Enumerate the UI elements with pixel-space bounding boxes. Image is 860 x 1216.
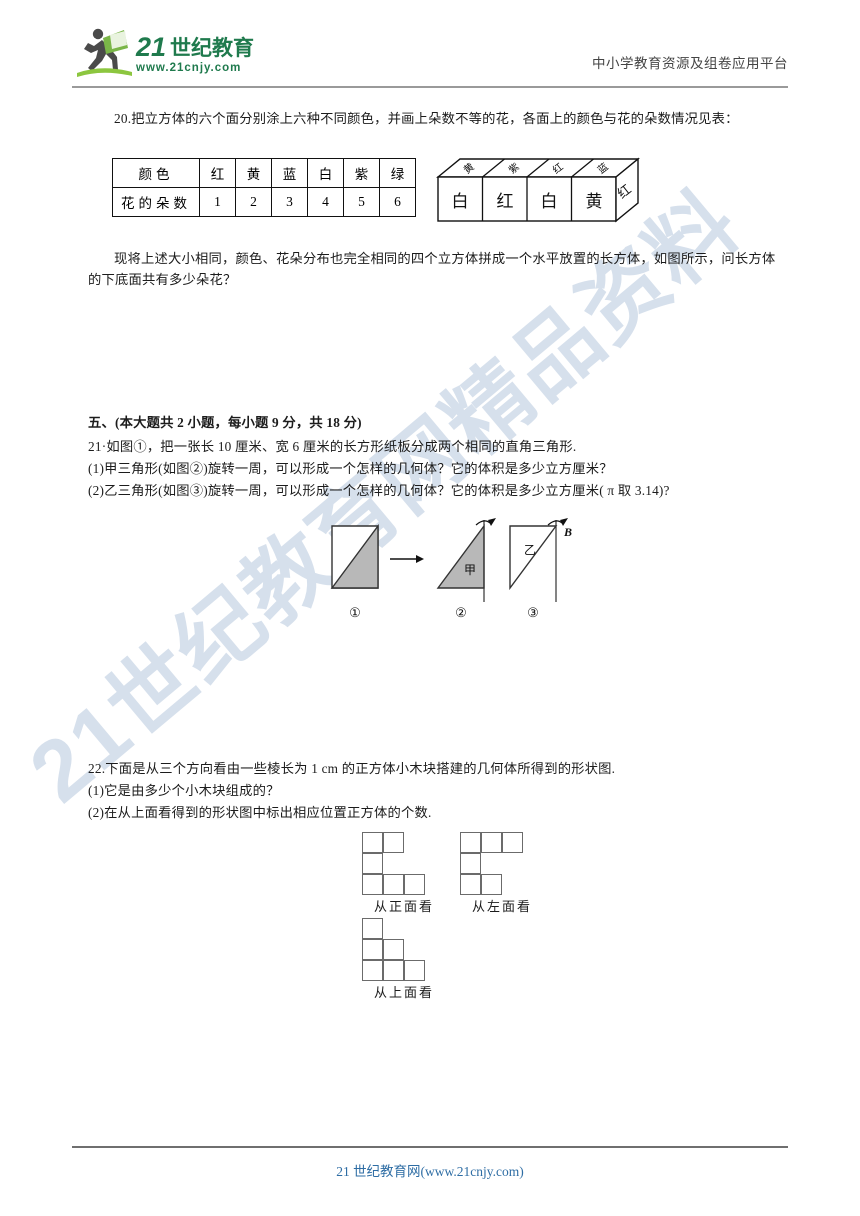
- label-point-b: B: [563, 525, 572, 539]
- grid-cell: [383, 874, 404, 895]
- color-flower-table: 颜色 红 黄 蓝 白 紫 绿 花的朵数 1 2 3 4 5 6: [112, 158, 416, 217]
- arrow-icon: [390, 555, 424, 563]
- grid-cell: [383, 960, 404, 981]
- view-left: 从左面看: [460, 830, 544, 916]
- grid-cell: [362, 874, 383, 895]
- cuboid-front-label-2: 红: [497, 192, 514, 211]
- view-left-caption: 从左面看: [471, 899, 532, 914]
- color-cell-4: 白: [307, 158, 344, 188]
- footer-divider: [72, 1146, 788, 1148]
- grid-cell: [362, 939, 383, 960]
- grid-cell: [460, 832, 481, 853]
- figure-2-triangle-jia: 甲: [436, 518, 496, 602]
- cuboid-graphic: 白 红 白 黄 红 黄 紫 红 蓝: [436, 157, 640, 223]
- grid-cell: [460, 874, 481, 895]
- site-logo: 21 世纪教育 www.21cnjy.com: [72, 24, 272, 80]
- question-22-part-1: (1)它是由多少个小木块组成的？: [88, 783, 280, 798]
- color-cell-3: 蓝: [271, 158, 308, 188]
- question-21-figures: 甲 乙 B ① ② ③: [320, 516, 586, 624]
- color-cell-1: 红: [199, 158, 236, 188]
- color-cell-6: 绿: [379, 158, 416, 188]
- question-21-stem: 21·如图①，把一张长 10 厘米、宽 6 厘米的长方形纸板分成两个相同的直角三…: [88, 439, 577, 454]
- label-yi: 乙: [524, 543, 536, 557]
- question-21-part-2: (2)乙三角形(如图③)旋转一周，可以形成一个怎样的几何体？它的体积是多少立方厘…: [88, 483, 670, 498]
- grid-cell: [362, 832, 383, 853]
- grid-cell: [404, 874, 425, 895]
- row-label-color: 颜色: [112, 158, 200, 188]
- color-cell-2: 黄: [235, 158, 272, 188]
- document-page: 21世纪教育网精品资料 21 世纪教育 www.21cnjy.com 中小学教育…: [0, 0, 860, 1216]
- grid-cell: [481, 832, 502, 853]
- grid-cell: [383, 832, 404, 853]
- count-cell-2: 2: [235, 187, 272, 217]
- grid-cell: [362, 918, 383, 939]
- view-top: 从上面看: [362, 916, 446, 1002]
- section-5-heading: 五、(本大题共 2 小题，每小题 9 分，共 18 分): [88, 415, 362, 430]
- figure-1-rectangle: [330, 523, 379, 589]
- header-divider: [72, 86, 788, 88]
- figure-3-triangle-yi: 乙 B: [509, 518, 572, 602]
- page-header: 21 世纪教育 www.21cnjy.com 中小学教育资源及组卷应用平台: [72, 22, 788, 86]
- count-cell-6: 6: [379, 187, 416, 217]
- row-label-count: 花的朵数: [112, 187, 200, 217]
- color-cell-5: 紫: [343, 158, 380, 188]
- count-cell-3: 3: [271, 187, 308, 217]
- question-22-stem: 22.下面是从三个方向看由一些棱长为 1 cm 的正方体小木块搭建的几何体所得到…: [88, 761, 616, 776]
- question-20-body: 现将上述大小相同，颜色、花朵分布也完全相同的四个立方体拼成一个水平放置的长方体，…: [88, 251, 776, 287]
- grid-cell: [502, 832, 523, 853]
- question-22-part-2: (2)在从上面看得到的形状图中标出相应位置正方体的个数.: [88, 805, 432, 820]
- figure-label-1: ①: [349, 605, 361, 620]
- cuboid-front-label-3: 白: [541, 192, 558, 211]
- count-cell-5: 5: [343, 187, 380, 217]
- grid-cell: [460, 853, 481, 874]
- question-20-stem: 20.把立方体的六个面分别涂上六种不同颜色，并画上朵数不等的花，各面上的颜色与花…: [114, 111, 739, 126]
- logo-graphic: 21 世纪教育 www.21cnjy.com: [77, 28, 254, 77]
- question-21-figure-graphic: 甲 乙 B ① ② ③: [330, 518, 572, 620]
- question-21-part-1: (1)甲三角形(如图②)旋转一周，可以形成一个怎样的几何体？它的体积是多少立方厘…: [88, 461, 613, 476]
- cuboid-front-label-1: 白: [452, 192, 469, 211]
- label-jia: 甲: [464, 563, 476, 577]
- figure-label-3: ③: [527, 605, 539, 620]
- view-top-caption: 从上面看: [373, 985, 434, 1000]
- svg-text:www.21cnjy.com: www.21cnjy.com: [135, 62, 241, 74]
- grid-cell: [481, 874, 502, 895]
- cuboid-front-label-4: 黄: [586, 192, 603, 211]
- cuboid-figure: 白 红 白 黄 红 黄 紫 红 蓝: [430, 155, 655, 227]
- runner-icon: [84, 28, 128, 71]
- count-cell-4: 4: [307, 187, 344, 217]
- footer-text: 21 世纪教育网(www.21cnjy.com): [336, 1164, 524, 1179]
- header-tagline: 中小学教育资源及组卷应用平台: [592, 56, 788, 71]
- grid-cell: [362, 960, 383, 981]
- table-row-counts: 花的朵数 1 2 3 4 5 6: [112, 187, 416, 217]
- view-front: 从正面看: [362, 830, 446, 916]
- grid-cell: [362, 853, 383, 874]
- grid-cell: [383, 939, 404, 960]
- grid-cell: [404, 960, 425, 981]
- svg-text:世纪教育: 世纪教育: [170, 36, 254, 60]
- view-front-caption: 从正面看: [373, 899, 434, 914]
- table-row-colors: 颜色 红 黄 蓝 白 紫 绿: [112, 158, 416, 188]
- figure-label-2: ②: [455, 605, 467, 620]
- count-cell-1: 1: [199, 187, 236, 217]
- svg-text:21: 21: [135, 32, 166, 62]
